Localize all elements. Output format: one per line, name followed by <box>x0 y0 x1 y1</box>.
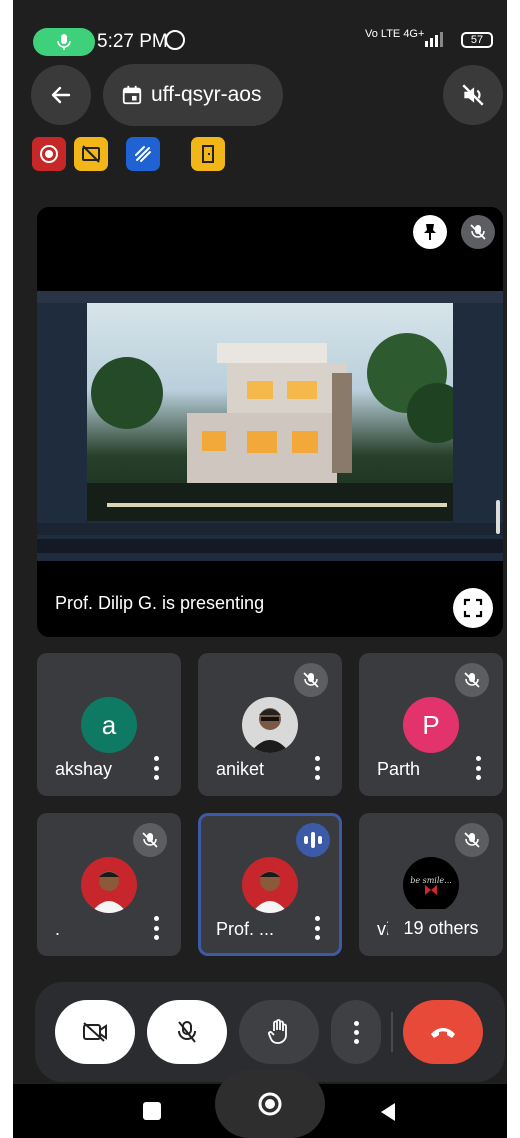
participant-name: Parth <box>377 759 421 779</box>
whiteboard-icon <box>135 146 151 162</box>
breakout-room-icon <box>202 145 214 163</box>
participant-tile-vid[interactable]: be smile... vid 19 others <box>359 813 503 956</box>
profile-photo <box>250 708 290 753</box>
avatar: P <box>403 697 459 753</box>
network-left-label: Vo LTE 4G+ <box>365 28 425 40</box>
raise-hand-button[interactable] <box>239 1000 319 1064</box>
more-vert-icon <box>353 1020 359 1044</box>
hand-icon <box>268 1019 287 1044</box>
shared-screen <box>37 291 503 561</box>
clock: 5:27 PM <box>97 31 168 52</box>
participant-tile-parth[interactable]: P Parth <box>359 653 503 796</box>
meeting-code-pill[interactable]: uff-qsyr-aos <box>103 64 283 126</box>
back-arrow-icon <box>51 86 71 104</box>
others-label: 19 others <box>403 917 479 938</box>
alarm-icon <box>165 30 185 50</box>
divider <box>391 1012 393 1052</box>
butterfly-icon <box>425 884 437 895</box>
participant-name: aniket <box>216 759 265 779</box>
fullscreen-icon <box>463 598 483 618</box>
avatar <box>81 857 137 913</box>
record-icon <box>40 145 58 163</box>
mic-off-icon <box>464 672 480 688</box>
home-button[interactable] <box>215 1070 325 1138</box>
pin-icon <box>424 224 436 240</box>
status-bar: 5:27 PM Vo LTE 4G+ 57 <box>13 22 507 62</box>
mic-off-icon <box>178 1021 196 1043</box>
mic-off-icon <box>464 832 480 848</box>
mic-icon <box>57 34 71 50</box>
others-count-chip[interactable]: 19 others <box>387 909 495 947</box>
recording-indicator[interactable] <box>32 137 66 171</box>
presenter-label: Prof. Dilip G. is presenting <box>55 593 265 613</box>
avatar <box>242 857 298 913</box>
presenter-muted-badge <box>461 215 495 249</box>
mic-off-icon <box>303 672 319 688</box>
pin-button[interactable] <box>413 215 447 249</box>
muted-badge <box>455 663 489 697</box>
calendar-icon <box>122 85 142 105</box>
muted-badge <box>133 823 167 857</box>
end-call-button[interactable] <box>403 1000 483 1064</box>
muted-badge <box>294 663 328 697</box>
mic-active-indicator[interactable] <box>33 28 95 56</box>
participant-name: . <box>55 919 61 939</box>
hang-up-icon <box>431 1028 455 1038</box>
more-options-button[interactable] <box>153 756 159 780</box>
muted-badge <box>455 823 489 857</box>
house-rendering-image <box>87 303 467 521</box>
recent-apps-button[interactable] <box>143 1102 161 1120</box>
participant-tile-aniket[interactable]: aniket <box>198 653 342 796</box>
back-button[interactable] <box>31 65 91 125</box>
mic-off-icon <box>142 832 158 848</box>
camera-toggle-button[interactable] <box>55 1000 135 1064</box>
signal-bars-icon <box>425 32 443 47</box>
shared-window-titlebar <box>37 291 503 303</box>
speaker-off-icon <box>462 84 484 106</box>
profile-photo <box>91 871 127 913</box>
shared-window-statusbar <box>37 523 503 535</box>
profile-photo <box>252 871 288 913</box>
call-controls <box>35 982 505 1082</box>
back-nav-button[interactable] <box>379 1102 397 1127</box>
network-status: Vo LTE 4G+ <box>365 28 424 40</box>
avatar <box>242 697 298 753</box>
battery-level: 57 <box>470 34 484 46</box>
more-options-button[interactable] <box>475 756 481 780</box>
shared-taskbar <box>37 539 503 553</box>
whiteboard-indicator[interactable] <box>126 137 160 171</box>
participant-tile-dot[interactable]: . <box>37 813 181 956</box>
meet-screen: 5:27 PM Vo LTE 4G+ 57 uff-qsyr-aos Prof.… <box>13 0 507 1138</box>
participant-tile-prof[interactable]: Prof. ... <box>198 813 342 956</box>
back-triangle-icon <box>381 1103 395 1121</box>
participant-tile-akshay[interactable]: a akshay <box>37 653 181 796</box>
more-options-button[interactable] <box>153 916 159 940</box>
captions-indicator[interactable] <box>74 137 108 171</box>
mic-off-icon <box>470 224 486 240</box>
more-options-button[interactable] <box>314 756 320 780</box>
captions-off-icon <box>82 145 100 163</box>
more-options-button[interactable] <box>331 1000 381 1064</box>
meeting-code: uff-qsyr-aos <box>151 83 262 106</box>
avatar: be smile... <box>403 857 459 913</box>
house-illustration <box>87 333 467 521</box>
breakout-indicator[interactable] <box>191 137 225 171</box>
avatar: a <box>81 697 137 753</box>
avatar-caption: be smile... <box>410 875 452 885</box>
battery-indicator: 57 <box>461 32 493 48</box>
mic-toggle-button[interactable] <box>147 1000 227 1064</box>
speaking-indicator <box>296 823 330 857</box>
fullscreen-button[interactable] <box>453 588 493 628</box>
camera-off-icon <box>83 1022 107 1042</box>
scrollbar-thumb[interactable] <box>496 500 500 534</box>
participant-name: akshay <box>55 759 113 779</box>
system-nav-bar <box>13 1070 507 1138</box>
home-icon <box>258 1092 282 1116</box>
participant-name: Prof. ... <box>216 919 275 939</box>
presentation-tile[interactable]: Prof. Dilip G. is presenting <box>37 207 503 637</box>
speaker-toggle-button[interactable] <box>443 65 503 125</box>
more-options-button[interactable] <box>314 916 320 940</box>
